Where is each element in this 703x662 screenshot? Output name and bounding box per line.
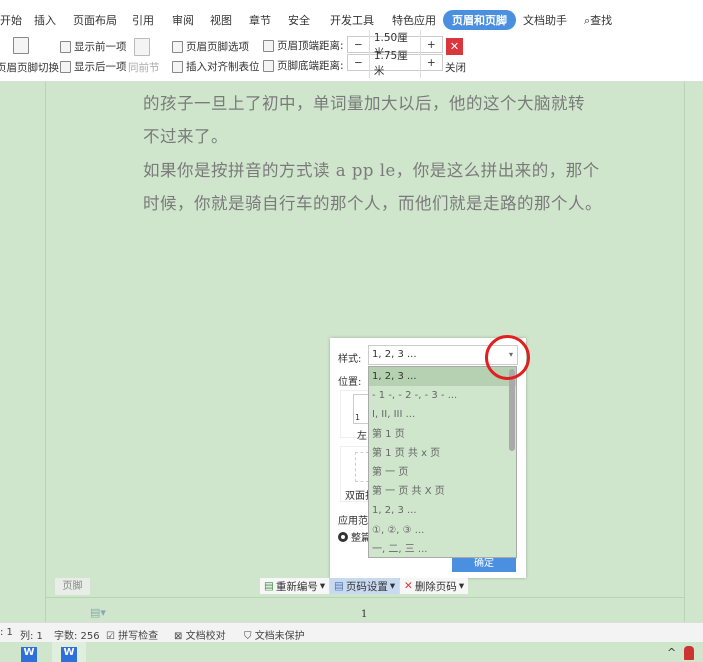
scope-label: 应用范 [338,516,368,527]
header-icon [263,39,274,52]
page-setup-icon: ▤ [334,580,344,592]
style-dropdown-list: 1, 2, 3 ... - 1 -, - 2 -, - 3 - ... I, II,… [368,366,517,558]
style-option[interactable]: 第 一 页 共 X 页 [369,482,516,501]
col-indicator: 列: 1 [20,631,43,642]
ok-button[interactable]: 确定 [452,556,516,572]
tab-doc-assistant[interactable]: 文档助手 [523,12,567,28]
left-label: 左 [357,431,367,442]
style-option[interactable]: 1, 2, 3 ... [369,501,516,520]
spell-check-button[interactable]: ☑ 拼写检查 [106,627,158,642]
renumber-icon: ▤ [264,580,274,592]
same-prev-button[interactable]: 同前节 [128,60,160,75]
document-line: 的孩子一旦上了初中，单词量加大以后，他的这个大脑就转 [143,94,585,113]
duplex-option[interactable]: 双面打 [340,446,375,502]
tab-security[interactable]: 安全 [288,12,310,28]
tab-section[interactable]: 章节 [249,12,271,28]
page-icon: ▤▾ [90,606,106,619]
style-option[interactable]: ①, ②, ③ ... [369,521,516,540]
chevron-down-icon: ▾ [389,580,396,592]
status-bar: : 1 列: 1 字数: 256 ☑ 拼写检查 ⊠ 文档校对 ⛉ 文档未保护 [0,622,703,642]
page-icon [60,60,71,73]
chevron-up-icon[interactable]: ^ [667,646,676,659]
taskbar: W W ^ [0,642,703,662]
tab-developer[interactable]: 开发工具 [330,12,374,28]
ribbon: 页眉页脚切换 显示前一项 显示后一项 同前节 页眉页脚选项 插入对齐制表位 页眉… [0,29,703,82]
show-prev-button[interactable]: 显示前一项 [60,39,127,54]
close-button[interactable]: 关闭 [445,60,466,75]
header-top-label: 页眉顶端距离: [263,38,344,53]
options-icon [172,40,183,53]
style-option[interactable]: 第 1 页 共 x 页 [369,444,516,463]
tab-start[interactable]: 开始 [0,12,22,28]
style-option[interactable]: 一, 二, 三 ... [369,540,516,557]
radio-icon [338,531,348,542]
menu-tabs: 开始 插入 页面布局 引用 审阅 视图 章节 安全 开发工具 特色应用 页眉和页… [0,0,703,34]
proof-icon: ⊠ [174,631,183,642]
position-label: 位置: [338,377,362,388]
insert-tab-stop-button[interactable]: 插入对齐制表位 [172,59,260,74]
preview-page: 1 [353,394,369,424]
increment-button[interactable]: + [421,57,442,69]
tab-view[interactable]: 视图 [210,12,232,28]
document-line: 如果你是按拼音的方式读 a pp le，你是这么拼出来的，那个 [143,161,600,180]
scrollbar-thumb[interactable] [509,369,515,451]
page-setup-button[interactable]: ▤ 页码设置 ▾ [330,578,400,594]
footer-bottom-input[interactable]: 1.75厘米 [368,47,421,78]
style-option[interactable]: - 1 -, - 2 -, - 3 - ... [369,386,516,405]
header-footer-options-button[interactable]: 页眉页脚选项 [172,39,249,54]
shield-icon: ⛉ [244,631,252,642]
delete-icon: ✕ [404,580,413,592]
tab-layout[interactable]: 页面布局 [73,12,117,28]
document-line: 不过来了。 [143,127,228,146]
increment-button[interactable]: + [421,39,442,51]
chevron-down-icon: ▾ [458,580,465,592]
wps-app-icon[interactable]: W [21,647,37,662]
footer-bottom-label: 页脚底端距离: [263,58,344,73]
position-left-option[interactable]: 1 左 [340,390,370,442]
style-label: 样式: [338,354,362,365]
proofread-button[interactable]: ⊠ 文档校对 [174,627,226,642]
renumber-button[interactable]: ▤ 重新编号 ▾ [260,578,330,594]
decrement-button[interactable]: − [348,39,369,51]
tab-references[interactable]: 引用 [132,12,154,28]
row-indicator: : 1 [0,627,13,638]
page-icon [60,40,71,53]
writer-app-icon[interactable]: W [61,647,77,662]
page-number: 1 [361,609,368,620]
footer-label: 页脚 [55,578,90,595]
tab-insert[interactable]: 插入 [34,12,56,28]
decrement-button[interactable]: − [348,57,369,69]
protect-button[interactable]: ⛉ 文档未保护 [244,627,305,642]
tab-stop-icon [172,60,183,73]
style-option[interactable]: 第 一 页 [369,463,516,482]
tab-search[interactable]: ⌕查找 [584,12,612,28]
document-line: 时候，你就是骑自行车的那个人，而他们就是走路的那个人。 [143,194,602,213]
show-next-button[interactable]: 显示后一项 [60,59,127,74]
same-prev-icon [134,38,150,56]
close-icon[interactable]: ✕ [446,38,463,55]
highlight-circle [485,335,530,380]
switch-icon [13,37,29,54]
footer-bottom-stepper[interactable]: −1.75厘米 + [347,47,443,78]
tab-header-footer[interactable]: 页眉和页脚 [443,10,516,30]
chevron-down-icon: ▾ [319,580,326,592]
style-option[interactable]: I, II, III ... [369,405,516,424]
check-icon: ☑ [106,631,115,642]
word-count[interactable]: 字数: 256 [54,627,100,642]
tray-icon[interactable] [684,646,694,660]
header-footer-switch-button[interactable]: 页眉页脚切换 [0,60,59,75]
footer-icon [263,59,274,72]
tab-review[interactable]: 审阅 [172,12,194,28]
tab-special[interactable]: 特色应用 [392,12,436,28]
style-option[interactable]: 第 1 页 [369,425,516,444]
whole-doc-radio[interactable]: 整篇 [338,529,371,544]
delete-page-number-button[interactable]: ✕ 删除页码 ▾ [400,578,469,594]
